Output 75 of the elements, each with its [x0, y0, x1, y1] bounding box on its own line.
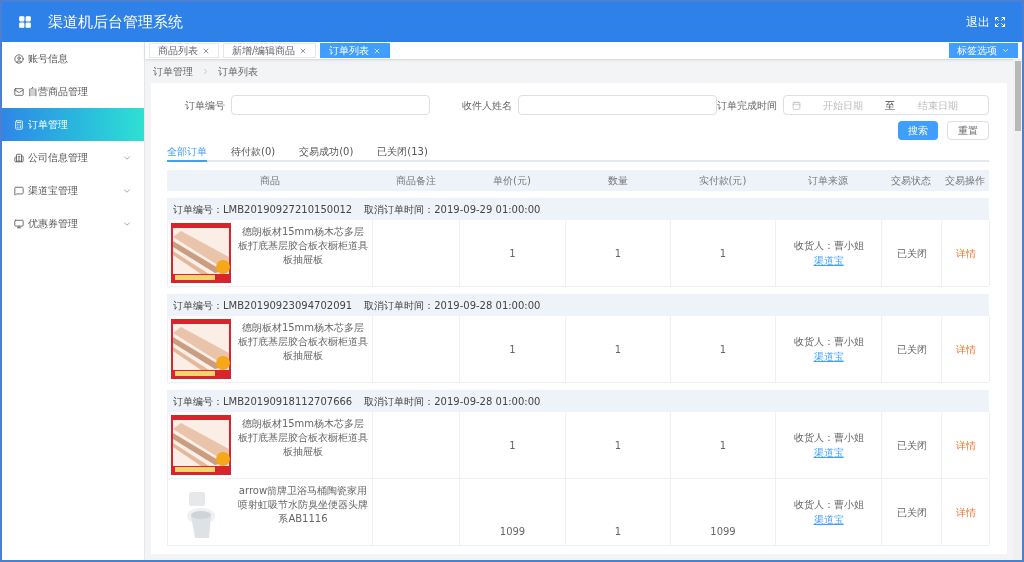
order-number: 订单编号：LMB20190923094702091 — [173, 298, 353, 313]
column-header: 商品备注 — [394, 174, 437, 188]
logout-button[interactable]: 退出 — [966, 13, 990, 31]
receiver-name: 收货人：曹小姐 — [793, 431, 864, 445]
table-cell-text: 1 — [509, 438, 516, 453]
sidebar-item[interactable]: 优惠券管理 — [2, 207, 144, 240]
cancel-time: 取消订单时间：2019-09-28 01:00:00 — [364, 394, 541, 409]
app-title: 渠道机后台管理系统 — [48, 11, 183, 33]
order-number-field[interactable] — [230, 95, 430, 115]
sidebar-item[interactable]: 公司信息管理 — [2, 141, 144, 174]
table-cell-text: 1099 — [710, 525, 736, 539]
cancel-time: 取消订单时间：2019-09-28 01:00:00 — [364, 298, 541, 313]
field-label: 订单完成时间 — [716, 98, 777, 113]
column-header: 订单来源 — [807, 174, 849, 188]
cancel-time: 取消订单时间：2019-09-29 01:00:00 — [364, 202, 541, 217]
table-cell-text: 1 — [509, 246, 516, 261]
building-icon — [14, 152, 24, 163]
table-cell-text: 1 — [509, 342, 516, 357]
close-icon[interactable] — [299, 46, 308, 55]
status-tab[interactable]: 待付款(0) — [231, 142, 276, 162]
table-cell-text: 1 — [719, 438, 727, 453]
status-tab[interactable]: 已关闭(13) — [377, 142, 428, 162]
product-name[interactable]: 德朗板材15mm杨木芯多层板打底基层胶合板衣橱柜道具板抽屉板 — [237, 223, 369, 283]
status-text: 已关闭 — [896, 246, 927, 261]
breadcrumb-item: 订单列表 — [218, 64, 258, 79]
recipient-name-field[interactable] — [517, 95, 717, 115]
page-tab[interactable]: 商品列表 — [149, 43, 219, 58]
status-text: 已关闭 — [896, 438, 927, 453]
receiver-name: 收货人：曹小姐 — [793, 239, 864, 253]
field-label: 订单编号 — [183, 98, 225, 113]
grid-icon[interactable] — [18, 15, 32, 29]
product-name[interactable]: arrow箭牌卫浴马桶陶瓷家用喷射虹吸节水防臭坐便器头牌系AB1116 — [237, 482, 369, 542]
sidebar-item[interactable]: 账号信息 — [2, 42, 144, 75]
chevron-icon — [1001, 46, 1010, 55]
sidebar-item[interactable]: 渠道宝管理 — [2, 174, 144, 207]
column-header: 实付款(元) — [697, 174, 748, 188]
monitor-icon — [14, 218, 24, 229]
product-name[interactable]: 德朗板材15mm杨木芯多层板打底基层胶合板衣橱柜道具板抽屉板 — [237, 319, 369, 379]
order-number: 订单编号：LMB20190918112707666 — [173, 394, 353, 409]
receiver-name: 收货人：曹小姐 — [793, 498, 864, 512]
page-tab[interactable]: 新增/编辑商品 — [223, 43, 317, 58]
receiver-name: 收货人：曹小姐 — [793, 335, 864, 349]
reset-button[interactable]: 重置 — [947, 121, 989, 140]
status-text: 已关闭 — [896, 505, 927, 520]
close-icon[interactable] — [202, 46, 210, 55]
user-icon — [14, 53, 24, 64]
calendar-icon — [791, 100, 801, 110]
status-text: 已关闭 — [896, 342, 927, 357]
chat-icon — [14, 185, 24, 196]
scrollbar[interactable] — [1013, 59, 1022, 560]
product-name[interactable]: 德朗板材15mm杨木芯多层板打底基层胶合板衣橱柜道具板抽屉板 — [237, 415, 369, 475]
fullscreen-icon[interactable] — [994, 16, 1006, 28]
status-tab[interactable]: 交易成功(0) — [299, 142, 354, 162]
column-header: 交易操作 — [944, 174, 986, 188]
order-number: 订单编号：LMB20190927210150012 — [173, 202, 353, 217]
range-separator: 至 — [885, 98, 896, 113]
table-cell-text: 1 — [614, 342, 622, 357]
table-cell-text: 1 — [614, 438, 622, 453]
field-label: 收件人姓名 — [460, 98, 512, 113]
table-cell-text: 1099 — [499, 525, 526, 539]
envelope-icon — [14, 86, 24, 97]
breadcrumb-item[interactable]: 订单管理 — [153, 63, 193, 79]
table-cell-text: 1 — [719, 342, 727, 357]
column-header: 单价(元) — [492, 174, 532, 188]
close-icon[interactable] — [373, 46, 382, 55]
column-header: 数量 — [606, 174, 629, 188]
table-cell-text: 1 — [614, 525, 622, 539]
sidebar-item[interactable]: 自营商品管理 — [2, 75, 144, 108]
column-header: 商品 — [258, 174, 281, 188]
table-cell-text: 1 — [614, 246, 622, 261]
calculator-icon — [14, 119, 24, 130]
column-header: 交易状态 — [890, 174, 932, 188]
table-cell-text: 1 — [719, 246, 727, 261]
chevron-right-icon — [201, 66, 210, 76]
scrollbar-thumb[interactable] — [1014, 61, 1021, 131]
